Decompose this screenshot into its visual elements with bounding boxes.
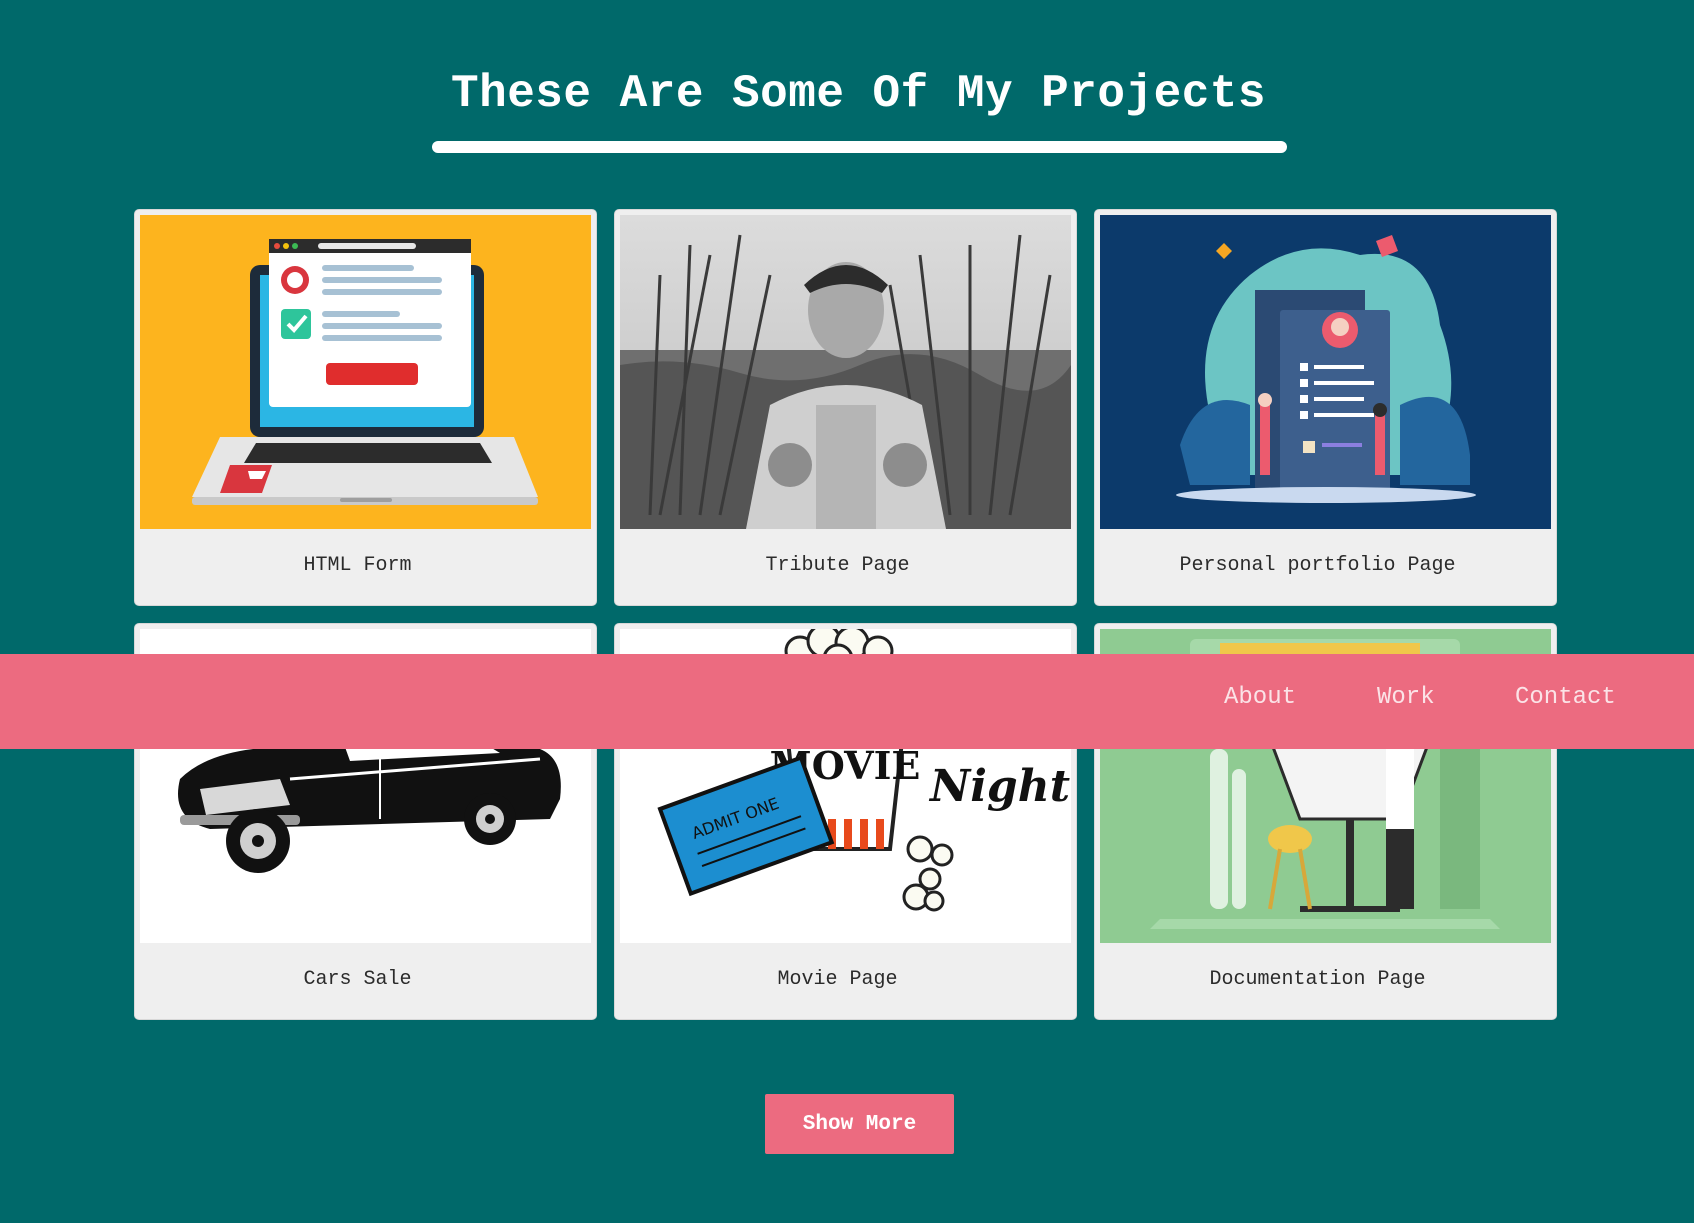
nav-link-work[interactable]: Work <box>1377 684 1435 711</box>
show-more-button[interactable]: Show More <box>765 1094 954 1154</box>
farmer-photo <box>620 215 1071 529</box>
heading-underline <box>432 141 1287 153</box>
project-card-tribute-page[interactable]: Tribute Page <box>615 210 1076 605</box>
movie-night-text: Night <box>928 761 1070 812</box>
nav-link-about[interactable]: About <box>1224 684 1296 711</box>
projects-heading: These Are Some Of My Projects <box>450 68 1267 120</box>
project-caption: HTML Form <box>303 554 412 577</box>
project-caption: Cars Sale <box>303 968 412 991</box>
navbar: About Work Contact <box>0 654 1694 749</box>
laptop-form-icon <box>140 215 591 529</box>
project-caption: Documentation Page <box>1209 968 1426 991</box>
project-card-personal-portfolio[interactable]: Personal portfolio Page <box>1095 210 1556 605</box>
project-card-html-form[interactable]: HTML Form <box>135 210 596 605</box>
project-caption: Movie Page <box>777 968 898 991</box>
nav-link-contact[interactable]: Contact <box>1515 684 1616 711</box>
project-caption: Tribute Page <box>765 554 910 577</box>
projects-page: These Are Some Of My Projects HTML Form … <box>0 0 1694 1223</box>
portfolio-illustration <box>1100 215 1551 529</box>
project-caption: Personal portfolio Page <box>1179 554 1456 577</box>
